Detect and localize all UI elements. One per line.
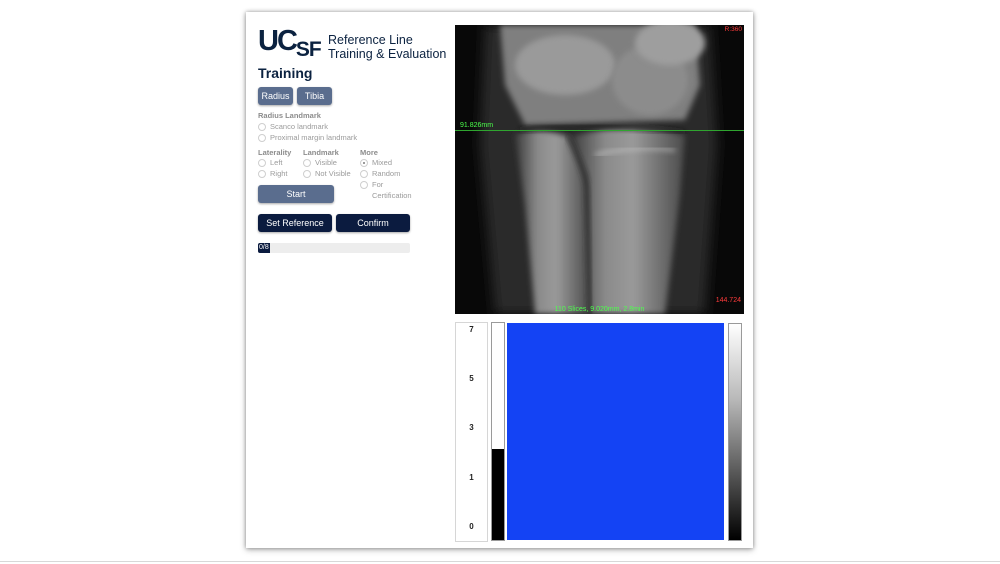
logo-mark: UCSF	[258, 25, 322, 61]
landmark-label: Landmark	[303, 148, 339, 157]
grayscale-gradient-bar	[728, 323, 742, 541]
radio-random[interactable]: Random	[360, 169, 410, 179]
window-bottom-divider	[0, 561, 1000, 562]
scan-info: 110 Slices, 9.020mm, 2.8min	[554, 306, 645, 313]
radius-button[interactable]: Radius	[258, 87, 293, 105]
app-title: Reference Line Training & Evaluation	[328, 33, 447, 61]
radio-circle[interactable]	[258, 170, 266, 178]
start-button[interactable]: Start	[258, 185, 334, 203]
xray-viewer[interactable]: 91.826mm R:360 144.724 110 Slices, 9.020…	[455, 25, 744, 314]
tibia-button[interactable]: Tibia	[297, 87, 332, 105]
radio-circle[interactable]	[303, 159, 311, 167]
axis-tick: 0	[469, 522, 474, 531]
more-label: More	[360, 148, 378, 157]
radio-mixed[interactable]: Mixed	[360, 158, 410, 168]
progress-text: 0/8	[259, 244, 269, 251]
radio-circle[interactable]	[303, 170, 311, 178]
wrist-xray-image	[455, 25, 744, 314]
axis-tick: 1	[469, 473, 474, 482]
app-card: UCSF Reference Line Training & Evaluatio…	[246, 12, 753, 548]
axis-tick: 7	[469, 325, 474, 334]
histogram-bar	[491, 322, 505, 541]
radio-circle-selected[interactable]	[360, 159, 368, 167]
radio-right[interactable]: Right	[258, 169, 298, 179]
reference-line-label: 91.826mm	[460, 122, 494, 129]
axis-tick: 3	[469, 423, 474, 432]
radio-for-certification[interactable]: For Certification	[360, 180, 420, 200]
blue-display-panel[interactable]	[507, 323, 724, 540]
radio-circle[interactable]	[360, 170, 368, 178]
laterality-label: Laterality	[258, 148, 292, 157]
radio-proximal-margin-landmark[interactable]: Proximal margin landmark	[258, 133, 378, 143]
radio-circle[interactable]	[258, 123, 266, 131]
axis-tick: 5	[469, 374, 474, 383]
confirm-button[interactable]: Confirm	[336, 214, 410, 232]
radio-visible[interactable]: Visible	[303, 158, 353, 168]
radio-circle[interactable]	[258, 159, 266, 167]
histogram-axis: 7 5 3 1 0	[455, 322, 488, 542]
corner-label-bottom: 144.724	[715, 297, 741, 304]
radio-circle[interactable]	[360, 181, 368, 189]
radio-scanco-landmark[interactable]: Scanco landmark	[258, 122, 378, 132]
progress-bar: 0/8	[258, 243, 410, 253]
reference-line[interactable]	[455, 130, 744, 131]
section-title: Training	[258, 65, 313, 81]
radio-not-visible[interactable]: Not Visible	[303, 169, 353, 179]
radius-landmark-label: Radius Landmark	[258, 111, 321, 120]
histogram-fill	[492, 448, 504, 540]
radio-left[interactable]: Left	[258, 158, 298, 168]
radio-circle[interactable]	[258, 134, 266, 142]
corner-label-top: R:360	[724, 26, 742, 33]
set-reference-line-button[interactable]: Set Reference Line	[258, 214, 332, 246]
